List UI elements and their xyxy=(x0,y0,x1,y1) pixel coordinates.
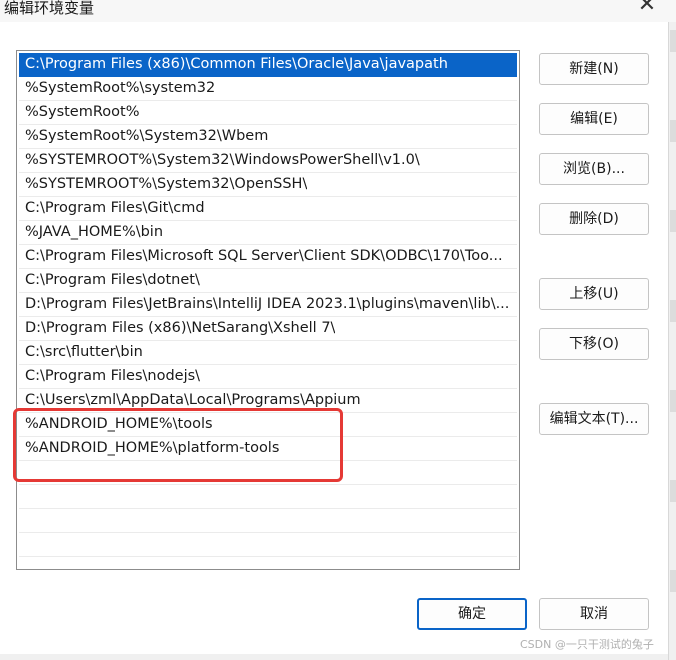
empty-list-row[interactable] xyxy=(19,509,517,533)
title-bar: 编辑环境变量 ✕ xyxy=(0,0,676,22)
browse-button[interactable]: 浏览(B)... xyxy=(539,153,649,185)
list-item-label: D:\Program Files\JetBrains\IntelliJ IDEA… xyxy=(25,296,510,312)
list-item-label: C:\Program Files\Git\cmd xyxy=(25,200,205,216)
edit-text-button[interactable]: 编辑文本(T)... xyxy=(539,403,649,435)
delete-button[interactable]: 删除(D) xyxy=(539,203,649,235)
list-item[interactable]: %JAVA_HOME%\bin xyxy=(19,221,517,245)
list-item-label: C:\Program Files\Microsoft SQL Server\Cl… xyxy=(25,248,503,264)
list-item[interactable]: %SystemRoot%\system32 xyxy=(19,77,517,101)
list-item[interactable]: C:\src\flutter\bin xyxy=(19,341,517,365)
list-item[interactable]: C:\Program Files\Git\cmd xyxy=(19,197,517,221)
list-item[interactable]: %SYSTEMROOT%\System32\WindowsPowerShell\… xyxy=(19,149,517,173)
close-icon[interactable]: ✕ xyxy=(632,0,662,18)
list-item[interactable]: D:\Program Files\JetBrains\IntelliJ IDEA… xyxy=(19,293,517,317)
path-list[interactable]: C:\Program Files (x86)\Common Files\Orac… xyxy=(16,50,520,570)
list-item[interactable]: C:\Program Files\nodejs\ xyxy=(19,365,517,389)
list-item-label: C:\Users\zml\AppData\Local\Programs\Appi… xyxy=(25,392,361,408)
list-item-label: C:\Program Files (x86)\Common Files\Orac… xyxy=(25,56,448,72)
edit-button[interactable]: 编辑(E) xyxy=(539,103,649,135)
list-item-label: %SystemRoot%\System32\Wbem xyxy=(25,128,269,144)
list-item[interactable]: %SystemRoot%\System32\Wbem xyxy=(19,125,517,149)
background-window-edge xyxy=(668,22,676,660)
empty-list-row[interactable] xyxy=(19,485,517,509)
list-item-label: %SystemRoot%\system32 xyxy=(25,80,216,96)
background-window-edge-bottom xyxy=(0,654,668,660)
list-item-label: %SYSTEMROOT%\System32\WindowsPowerShell\… xyxy=(25,152,420,168)
list-item[interactable]: C:\Program Files (x86)\Common Files\Orac… xyxy=(19,53,517,77)
list-item[interactable]: D:\Program Files (x86)\NetSarang\Xshell … xyxy=(19,317,517,341)
new-button[interactable]: 新建(N) xyxy=(539,53,649,85)
move-up-button[interactable]: 上移(U) xyxy=(539,278,649,310)
list-item-label: C:\src\flutter\bin xyxy=(25,344,143,360)
list-item-label: C:\Program Files\dotnet\ xyxy=(25,272,200,288)
list-item[interactable]: %SYSTEMROOT%\System32\OpenSSH\ xyxy=(19,173,517,197)
list-item[interactable]: %SystemRoot% xyxy=(19,101,517,125)
cancel-button[interactable]: 取消 xyxy=(539,598,649,630)
window-title: 编辑环境变量 xyxy=(4,0,95,17)
empty-list-row[interactable] xyxy=(19,533,517,557)
watermark: CSDN @一只干测试的兔子 xyxy=(520,638,654,651)
list-item-label: C:\Program Files\nodejs\ xyxy=(25,368,201,384)
move-down-button[interactable]: 下移(O) xyxy=(539,328,649,360)
ok-button[interactable]: 确定 xyxy=(417,598,527,630)
list-item-label: D:\Program Files (x86)\NetSarang\Xshell … xyxy=(25,320,336,336)
list-item-label: %SystemRoot% xyxy=(25,104,140,120)
annotation-highlight-box xyxy=(13,408,343,482)
list-item-label: %JAVA_HOME%\bin xyxy=(25,224,164,240)
list-item-label: %SYSTEMROOT%\System32\OpenSSH\ xyxy=(25,176,308,192)
list-item[interactable]: C:\Program Files\dotnet\ xyxy=(19,269,517,293)
list-item[interactable]: C:\Program Files\Microsoft SQL Server\Cl… xyxy=(19,245,517,269)
